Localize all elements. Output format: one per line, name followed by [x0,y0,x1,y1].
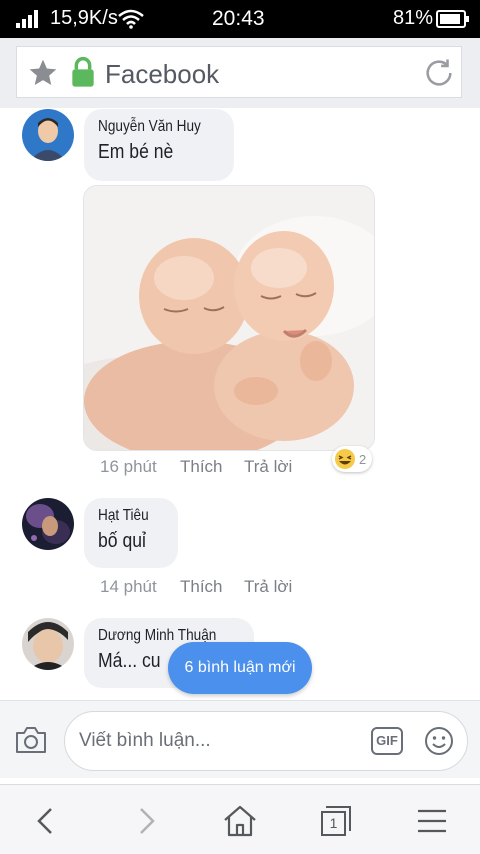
avatar-duong-minh-thuan[interactable] [22,618,74,670]
signal-icon [16,10,38,28]
back-icon[interactable] [24,799,68,843]
comment-time: 14 phút [100,577,157,596]
battery-icon [436,10,469,28]
comments-list: Nguyễn Văn Huy Em bé nè 16 phút Thích Tr… [0,108,480,708]
camera-icon[interactable] [14,725,48,755]
reload-icon[interactable] [422,56,456,90]
tab-count: 1 [321,811,346,836]
avatar-hat-tieu[interactable] [22,498,74,550]
reaction-count: 2 [359,451,367,467]
gif-icon[interactable]: GIF [371,727,403,755]
network-speed: 15,9K/s [50,7,118,29]
comment-composer: Viết bình luận... GIF [0,700,480,778]
address-bar[interactable]: Facebook [16,46,462,98]
page-title: Facebook [105,59,220,89]
comment-input-placeholder: Viết bình luận... [79,730,211,751]
tabs-icon[interactable]: 1 [314,799,358,843]
home-icon[interactable] [218,799,262,843]
comment-author[interactable]: Nguyễn Văn Huy [98,118,202,136]
clock: 20:43 [212,7,265,30]
comment-author[interactable]: Hạt Tiêu [98,507,154,525]
comment-photo[interactable] [83,185,375,451]
like-button[interactable]: Thích [180,577,223,597]
avatar-nguyen-van-huy[interactable] [22,109,74,161]
menu-icon[interactable] [410,799,454,843]
comment-text: Em bé nè [98,141,174,163]
emoji-icon[interactable] [423,725,455,757]
browser-nav: 1 [0,784,480,854]
forward-icon[interactable] [124,799,168,843]
reply-button[interactable]: Trả lời [244,457,292,477]
star-icon[interactable] [27,57,59,89]
comment-text: bố quỉ [98,530,146,552]
comment-input[interactable]: Viết bình luận... GIF [64,711,468,771]
new-comments-button[interactable]: 6 bình luận mới [168,642,312,694]
comment-time: 16 phút [100,457,157,476]
like-button[interactable]: Thích [180,457,223,477]
battery-percent: 81% [393,7,434,29]
lock-icon [72,56,94,87]
laugh-emoji-icon [335,449,355,469]
comment-bubble[interactable]: Nguyễn Văn Huy Em bé nè [84,109,234,181]
reply-button[interactable]: Trả lời [244,577,292,597]
address-bar-area: Facebook [0,38,480,108]
status-bar: 15,9K/s 20:43 81% [0,0,480,38]
comment-bubble[interactable]: Hạt Tiêu bố quỉ [84,498,178,568]
reaction-summary[interactable]: 2 [332,446,373,472]
wifi-icon [118,9,144,29]
